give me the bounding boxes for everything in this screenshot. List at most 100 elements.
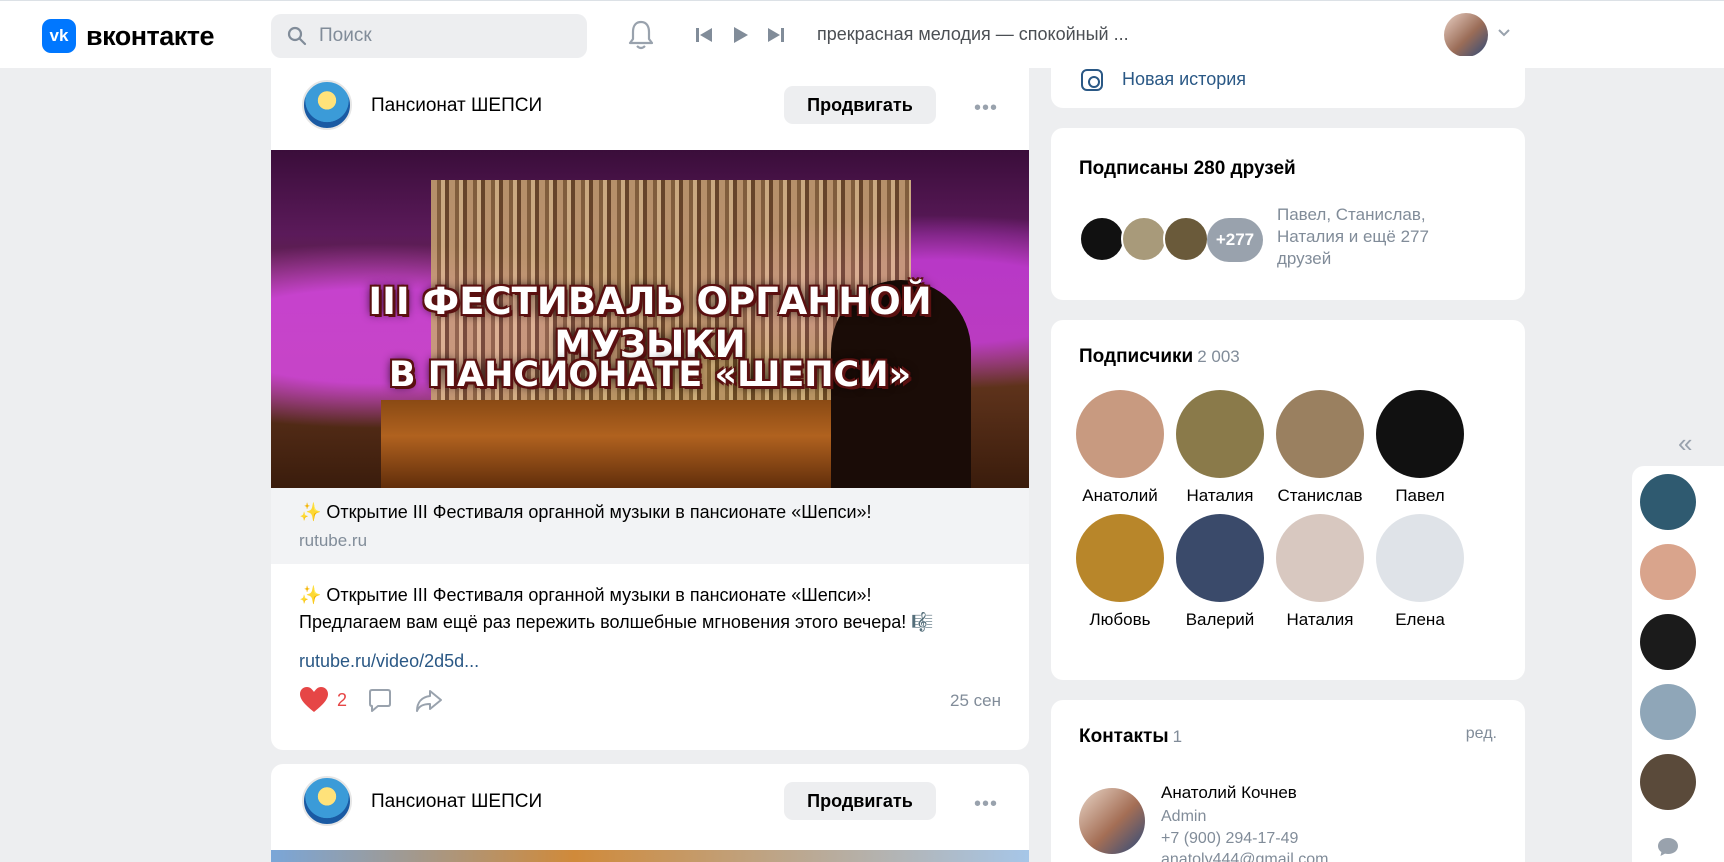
group-avatar[interactable] [302,80,352,130]
contact-avatar[interactable] [1079,788,1145,854]
subscriber-item[interactable]: Павел [1365,390,1475,506]
chat-sidebar [1632,466,1724,862]
group-name[interactable]: Пансионат ШЕПСИ [371,791,542,813]
subscriber-item[interactable]: Елена [1365,514,1475,630]
edit-link[interactable]: ред. [1466,725,1497,743]
subscriber-name[interactable]: Любовь [1065,610,1175,630]
logo-text: вконтакте [86,20,215,51]
subscriber-item[interactable]: Анатолий [1065,390,1175,506]
subscribers-title[interactable]: Подписчики 2 003 [1079,346,1240,368]
contact-name[interactable]: Анатолий Кочнев [1161,783,1297,803]
subscriber-avatar[interactable] [1176,514,1264,602]
contacts-title-text: Контакты [1079,726,1169,747]
contact-email[interactable]: anatoly444@gmail.com [1161,851,1328,862]
friend-avatar[interactable] [1079,216,1125,262]
post-image[interactable] [271,850,1029,862]
chat-avatar[interactable] [1640,474,1696,530]
search-icon [287,26,307,46]
subscriber-item[interactable]: Валерий [1165,514,1275,630]
share-icon[interactable] [415,688,443,714]
friends-subscribed-card: Подписаны 280 друзей +277 Павел, Станисл… [1051,128,1525,300]
contact-role: Admin [1161,808,1207,825]
group-name[interactable]: Пансионат ШЕПСИ [371,95,542,117]
subscriber-item[interactable]: Наталия [1265,514,1375,630]
subscriber-avatar[interactable] [1376,514,1464,602]
subscriber-name[interactable]: Валерий [1165,610,1275,630]
friend-avatar[interactable] [1121,216,1167,262]
subscribers-title-text: Подписчики [1079,346,1194,367]
group-avatar[interactable] [302,776,352,826]
banner-title-line2: В ПАНСИОНАТЕ «ШЕПСИ» [388,355,912,395]
subscriber-name[interactable]: Павел [1365,486,1475,506]
vk-logo-mark-text: vk [49,26,69,45]
snippet-title: ✨ Открытие III Фестиваля органной музыки… [299,502,872,522]
post-date[interactable]: 25 сен [950,691,1001,711]
post-header: Пансионат ШЕПСИ Продвигать ••• [271,68,1029,150]
link-snippet[interactable]: ✨ Открытие III Фестиваля органной музыки… [271,488,1029,564]
post-text: ✨ Открытие III Фестиваля органной музыки… [299,582,1009,636]
subscriber-name[interactable]: Елена [1365,610,1475,630]
subscribers-count: 2 003 [1197,347,1240,366]
vk-logo-icon: vk [42,19,76,53]
more-options-icon[interactable]: ••• [974,97,998,120]
feed-post: Пансионат ШЕПСИ Продвигать ••• [271,764,1029,862]
contact-phone: +7 (900) 294-17-49 [1161,830,1299,847]
subscribers-card: Подписчики 2 003 Анатолий Наталия Станислав… [1051,320,1525,680]
search-box[interactable] [271,14,587,58]
post-text-line: Предлагаем вам ещё раз пережить волшебны… [299,612,934,632]
comment-icon[interactable] [367,688,393,714]
previous-icon[interactable] [694,25,714,45]
profile-avatar[interactable] [1444,13,1488,57]
subscriber-avatar[interactable] [1176,390,1264,478]
friends-summary: Павел, Станислав, Наталия и ещё 277 друз… [1277,205,1429,268]
subscriber-item[interactable]: Наталия [1165,390,1275,506]
now-playing-track[interactable]: прекрасная мелодия — спокойный ... [817,24,1129,45]
subscriber-avatar[interactable] [1276,514,1364,602]
bell-icon[interactable] [626,19,656,51]
chat-avatar[interactable] [1640,684,1696,740]
promote-button[interactable]: Продвигать [784,782,936,820]
video-preview-image[interactable]: III ФЕСТИВАЛЬ ОРГАННОЙ МУЗЫКИ В ПАНСИОНА… [271,150,1029,488]
subscriber-item[interactable]: Любовь [1065,514,1175,630]
more-options-icon[interactable]: ••• [974,793,998,816]
chat-avatar[interactable] [1640,614,1696,670]
new-story-card[interactable]: Новая история [1051,56,1525,108]
camera-icon [1081,69,1103,91]
search-input[interactable] [319,25,569,47]
next-icon[interactable] [766,25,786,45]
collapse-chats-button[interactable]: « [1678,428,1692,459]
subscriber-avatar[interactable] [1076,514,1164,602]
feed-post: Пансионат ШЕПСИ Продвигать ••• III ФЕСТИ… [271,68,1029,750]
audio-player-controls [694,25,786,45]
subscriber-name[interactable]: Станислав [1265,486,1375,506]
friend-avatar[interactable] [1163,216,1209,262]
post-text-line: ✨ Открытие III Фестиваля органной музыки… [299,585,872,605]
contacts-title: Контакты 1 [1079,726,1182,748]
subscriber-name[interactable]: Анатолий [1065,486,1175,506]
like-count: 2 [337,689,348,710]
promote-button[interactable]: Продвигать [784,86,936,124]
subscriber-name[interactable]: Наталия [1165,486,1275,506]
friends-title[interactable]: Подписаны 280 друзей [1079,158,1296,180]
messages-icon[interactable] [1656,836,1680,858]
chevron-down-icon[interactable] [1497,28,1511,38]
contacts-card: Контакты 1 ред. Анатолий Кочнев Admin +7 … [1051,700,1525,862]
chat-avatar[interactable] [1640,544,1696,600]
chat-avatar[interactable] [1640,754,1696,810]
subscriber-avatar[interactable] [1276,390,1364,478]
new-story-link[interactable]: Новая история [1122,69,1246,90]
banner-title-line1: III ФЕСТИВАЛЬ ОРГАННОЙ МУЗЫКИ [368,280,932,366]
post-actions: 2 25 сен [299,686,1001,716]
heart-icon [300,687,328,712]
friends-more-badge[interactable]: +277 [1207,218,1263,262]
post-header: Пансионат ШЕПСИ Продвигать ••• [271,764,1029,846]
subscriber-name[interactable]: Наталия [1265,610,1375,630]
snippet-source: rutube.ru [299,531,368,550]
post-link[interactable]: rutube.ru/video/2d5d... [299,651,479,672]
like-button[interactable]: 2 [299,686,347,714]
subscriber-avatar[interactable] [1376,390,1464,478]
subscriber-avatar[interactable] [1076,390,1164,478]
play-icon[interactable] [730,25,750,45]
subscriber-item[interactable]: Станислав [1265,390,1375,506]
vk-logo[interactable]: vk вконтакте [42,19,215,53]
